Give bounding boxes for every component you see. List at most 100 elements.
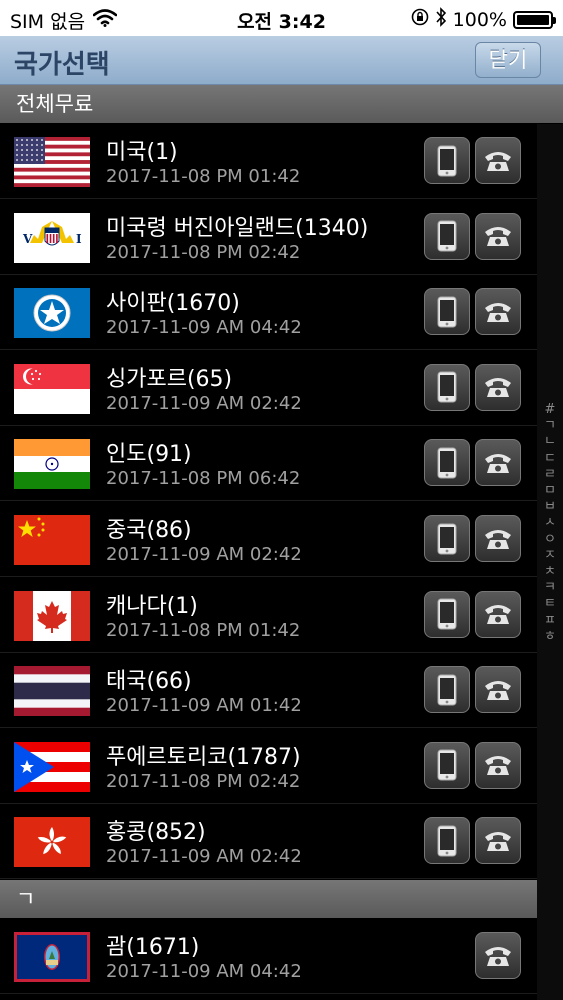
landline-call-button[interactable] <box>475 288 521 336</box>
close-button[interactable]: 닫기 <box>475 42 541 78</box>
last-call-date: 2017-11-09 AM 04:42 <box>106 961 302 982</box>
mobile-phone-icon <box>437 220 457 252</box>
country-name: 푸에르토리코(1787) <box>106 744 301 770</box>
telephone-icon <box>485 151 511 171</box>
index-letter[interactable]: ㅎ <box>537 629 563 645</box>
mobile-call-button[interactable] <box>424 515 470 562</box>
mobile-call-button[interactable] <box>424 741 470 789</box>
mobile-call-button[interactable] <box>424 439 470 487</box>
index-letter[interactable]: ㅋ <box>537 580 563 596</box>
section-index[interactable]: # ㄱㄴㄷㄹㅁㅂㅅㅇㅈㅊㅋㅌㅍㅎ <box>537 124 563 1000</box>
landline-call-button[interactable] <box>475 666 521 714</box>
bluetooth-icon <box>435 7 447 32</box>
mobile-phone-icon <box>437 825 457 857</box>
index-letter[interactable]: ㄹ <box>537 467 563 483</box>
country-name: 중국(86) <box>106 518 192 543</box>
index-letter[interactable]: ㅂ <box>537 499 563 515</box>
landline-call-button[interactable] <box>475 932 521 979</box>
landline-call-button[interactable] <box>475 363 521 411</box>
battery-percent: 100% <box>452 8 507 31</box>
landline-call-button[interactable] <box>475 137 521 184</box>
last-call-date: 2017-11-08 PM 06:42 <box>106 468 301 490</box>
landline-call-button[interactable] <box>475 439 521 487</box>
list-item-sg[interactable]: 싱가포르(65) 2017-11-09 AM 02:42 <box>0 351 537 426</box>
mobile-phone-icon <box>437 447 457 479</box>
list-item-gu[interactable]: 괌(1671) 2017-11-09 AM 04:42 <box>0 919 537 994</box>
flag-vi-icon: VI <box>14 212 90 263</box>
last-call-date: 2017-11-08 PM 02:42 <box>106 241 301 263</box>
last-call-date: 2017-11-08 PM 02:42 <box>106 770 301 792</box>
landline-call-button[interactable] <box>475 515 521 562</box>
section-header-giyeok: ㄱ <box>0 880 563 918</box>
index-letter[interactable]: ㅍ <box>537 613 563 629</box>
last-call-date: 2017-11-09 AM 02:42 <box>106 392 302 414</box>
telephone-icon <box>485 227 511 247</box>
last-call-date: 2017-11-09 AM 04:42 <box>106 317 302 339</box>
index-letter[interactable]: ㄱ <box>537 418 563 434</box>
mobile-call-button[interactable] <box>424 817 470 865</box>
landline-call-button[interactable] <box>475 590 521 638</box>
country-name: 홍콩(852) <box>106 820 206 846</box>
svg-text:I: I <box>76 232 82 246</box>
nav-bar: 국가선택 닫기 <box>0 36 563 85</box>
mobile-call-button[interactable] <box>424 212 470 260</box>
flag-sg-icon <box>14 363 90 414</box>
list-item-ca[interactable]: 캐나다(1) 2017-11-08 PM 01:42 <box>0 578 537 653</box>
country-name: 사이판(1670) <box>106 291 240 317</box>
mobile-phone-icon <box>437 598 457 630</box>
list-item-th[interactable]: 태국(66) 2017-11-09 AM 01:42 <box>0 653 537 729</box>
flag-gu-icon <box>14 932 90 982</box>
list-item-hk[interactable]: 홍콩(852) 2017-11-09 AM 02:42 <box>0 804 537 880</box>
telephone-icon <box>485 680 511 700</box>
flag-mp-icon <box>14 288 90 339</box>
status-right: 100% <box>411 7 556 32</box>
mobile-phone-icon <box>437 674 457 706</box>
index-letter[interactable]: ㅈ <box>537 548 563 564</box>
index-letter[interactable]: ㅊ <box>537 564 563 580</box>
index-letter[interactable]: # <box>537 402 563 418</box>
index-letter[interactable]: ㅅ <box>537 515 563 531</box>
telephone-icon <box>485 302 511 322</box>
index-letter[interactable]: ㅁ <box>537 483 563 499</box>
mobile-call-button[interactable] <box>424 137 470 184</box>
index-letter[interactable]: ㄷ <box>537 451 563 467</box>
telephone-icon <box>485 831 511 851</box>
status-bar: SIM 없음 오전 3:42 100% <box>0 0 563 36</box>
index-letter[interactable]: ㄴ <box>537 434 563 450</box>
country-name: 인도(91) <box>106 442 192 468</box>
mobile-phone-icon <box>437 523 457 554</box>
flag-cn-icon <box>14 515 90 565</box>
list-item-mp[interactable]: 사이판(1670) 2017-11-09 AM 04:42 <box>0 275 537 351</box>
telephone-icon <box>485 453 511 473</box>
country-name: 미국령 버진아일랜드(1340) <box>106 215 369 241</box>
last-call-date: 2017-11-09 AM 01:42 <box>106 695 302 717</box>
landline-call-button[interactable] <box>475 741 521 789</box>
index-letter[interactable]: ㅇ <box>537 532 563 548</box>
list-item-us[interactable]: 미국(1) 2017-11-08 PM 01:42 <box>0 124 537 199</box>
landline-call-button[interactable] <box>475 212 521 260</box>
mobile-call-button[interactable] <box>424 288 470 336</box>
list-item-cn[interactable]: 중국(86) 2017-11-09 AM 02:42 <box>0 502 537 577</box>
mobile-call-button[interactable] <box>424 363 470 411</box>
mobile-call-button[interactable] <box>424 590 470 638</box>
index-letters[interactable]: # ㄱㄴㄷㄹㅁㅂㅅㅇㅈㅊㅋㅌㅍㅎ <box>537 402 563 645</box>
page-title: 국가선택 <box>14 50 110 80</box>
last-call-date: 2017-11-08 PM 01:42 <box>106 166 301 187</box>
mobile-phone-icon <box>437 749 457 781</box>
flag-in-icon <box>14 439 90 490</box>
flag-pr-icon <box>14 741 90 792</box>
list-item-vi[interactable]: VI 미국령 버진아일랜드(1340) 2017-11-08 PM 02:42 <box>0 200 537 275</box>
section-header-free: 전체무료 <box>0 85 563 123</box>
telephone-icon <box>485 529 511 549</box>
mobile-call-button[interactable] <box>424 666 470 714</box>
mobile-phone-icon <box>437 371 457 403</box>
country-name: 괌(1671) <box>106 935 200 960</box>
last-call-date: 2017-11-09 AM 02:42 <box>106 544 302 565</box>
last-call-date: 2017-11-09 AM 02:42 <box>106 846 302 868</box>
index-letter[interactable]: ㅌ <box>537 596 563 612</box>
list-item-pr[interactable]: 푸에르토리코(1787) 2017-11-08 PM 02:42 <box>0 729 537 804</box>
list-item-in[interactable]: 인도(91) 2017-11-08 PM 06:42 <box>0 426 537 502</box>
country-name: 싱가포르(65) <box>106 366 233 392</box>
mobile-phone-icon <box>437 296 457 328</box>
landline-call-button[interactable] <box>475 817 521 865</box>
